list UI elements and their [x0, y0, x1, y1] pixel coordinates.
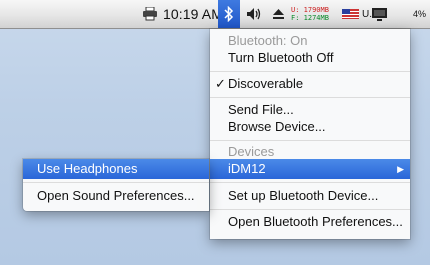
printer-icon[interactable] [142, 0, 158, 28]
memory-monitor[interactable]: U: 1790MB F: 1274MB [291, 0, 329, 28]
memory-used: U: 1790MB [291, 6, 329, 14]
menu-divider [210, 71, 410, 72]
open-sound-preferences-item[interactable]: Open Sound Preferences... [23, 186, 209, 206]
discoverable-item[interactable]: ✓ Discoverable [210, 74, 410, 94]
device-item-idm12[interactable]: iDM12 ▶ [210, 159, 410, 179]
menu-divider [210, 97, 410, 98]
menubar-clock[interactable]: 10:19 AM [163, 0, 223, 28]
checkmark-icon: ✓ [215, 76, 226, 91]
menu-divider [210, 140, 410, 141]
menu-divider [210, 209, 410, 210]
turn-bluetooth-off-item[interactable]: Turn Bluetooth Off [210, 48, 410, 68]
memory-free: F: 1274MB [291, 14, 329, 22]
menu-divider [23, 182, 209, 183]
display-icon[interactable] [372, 0, 387, 28]
discoverable-label: Discoverable [228, 76, 304, 91]
bluetooth-icon[interactable] [218, 0, 240, 28]
device-submenu: Use Headphones Open Sound Preferences... [23, 159, 209, 211]
eject-icon[interactable] [273, 0, 284, 28]
bluetooth-menu: Bluetooth: On Turn Bluetooth Off ✓ Disco… [210, 29, 410, 239]
setup-bluetooth-device-item[interactable]: Set up Bluetooth Device... [210, 186, 410, 206]
device-name: iDM12 [228, 161, 266, 176]
battery-status[interactable]: 4% [413, 0, 426, 28]
use-headphones-item[interactable]: Use Headphones [23, 159, 209, 179]
submenu-arrow-icon: ▶ [397, 164, 404, 174]
browse-device-item[interactable]: Browse Device... [210, 117, 410, 137]
open-bluetooth-preferences-item[interactable]: Open Bluetooth Preferences... [210, 212, 410, 232]
menu-bar: 10:19 AM U: 1790MB F: 1274MB U.S. 4% [0, 0, 430, 29]
menu-divider [210, 182, 410, 183]
us-flag-icon [342, 9, 359, 19]
volume-icon[interactable] [246, 0, 262, 28]
